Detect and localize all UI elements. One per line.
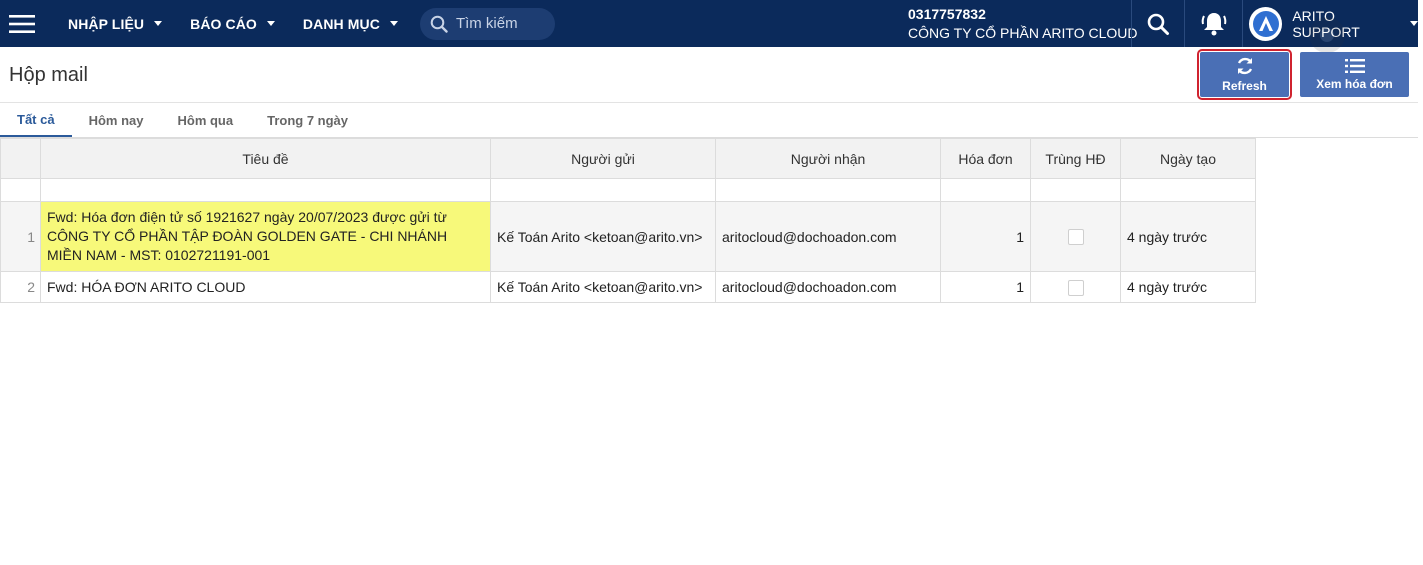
tab-all[interactable]: Tất cả [0,103,72,137]
cell-created: 4 ngày trước [1120,271,1256,303]
company-name: CÔNG TY CỔ PHẦN ARITO CLOUD [908,25,1138,41]
column-header-receiver[interactable]: Người nhận [715,138,941,179]
refresh-button[interactable]: Refresh [1197,49,1292,100]
tab-yesterday[interactable]: Hôm qua [160,103,250,137]
company-info[interactable]: 0317757832 CÔNG TY CỔ PHẦN ARITO CLOUD [908,5,1138,43]
caret-down-icon [389,21,398,26]
refresh-icon [1235,56,1255,76]
column-header-duplicate[interactable]: Trùng HĐ [1030,138,1121,179]
filter-invoice-input[interactable] [940,178,1031,202]
filter-created-input[interactable] [1120,178,1256,202]
filter-row [0,178,1256,202]
filter-tabs: Tất cả Hôm nay Hôm qua Trong 7 ngày [0,102,1418,138]
search-input[interactable]: Tìm kiếm [419,7,555,40]
menu-danh-muc[interactable]: DANH MỤC [289,0,412,47]
cell-title[interactable]: Fwd: HÓA ĐƠN ARITO CLOUD [40,271,491,303]
menu-label: DANH MỤC [302,15,380,32]
company-tax-code: 0317757832 [908,6,986,22]
notification-button[interactable] [1184,0,1242,47]
column-header-created[interactable]: Ngày tạo [1120,138,1256,179]
refresh-label: Refresh [1222,79,1267,93]
cell-created: 4 ngày trước [1120,201,1256,272]
tab-today[interactable]: Hôm nay [72,103,161,137]
search-icon [430,15,448,33]
global-search-button[interactable] [1131,0,1184,47]
search-placeholder: Tìm kiếm [455,15,518,32]
duplicate-checkbox[interactable] [1067,279,1084,296]
cell-duplicate [1030,271,1121,303]
cell-title[interactable]: Fwd: Hóa đơn điện tử số 1921627 ngày 20/… [40,201,491,272]
filter-cell [0,178,41,202]
caret-down-icon [1410,21,1418,26]
list-icon [1344,58,1365,74]
filter-duplicate-input[interactable] [1030,178,1121,202]
cell-receiver: aritocloud@dochoadon.com [715,201,941,272]
cell-receiver: aritocloud@dochoadon.com [715,271,941,303]
cell-sender: Kế Toán Arito <ketoan@arito.vn> [490,271,716,303]
page-title: Hộp mail [9,64,88,86]
hamburger-menu-icon[interactable] [0,0,44,47]
top-right-actions: ARITO SUPPORT [1131,0,1418,47]
view-invoice-label: Xem hóa đơn [1316,77,1393,91]
search-icon [1147,13,1169,35]
cell-invoice: 1 [940,201,1031,272]
filter-receiver-input[interactable] [715,178,941,202]
tab-last-7-days[interactable]: Trong 7 ngày [250,103,365,137]
arito-logo-icon [1252,10,1279,37]
table-row[interactable]: 1 Fwd: Hóa đơn điện tử số 1921627 ngày 2… [0,201,1256,272]
duplicate-checkbox[interactable] [1067,229,1084,246]
cell-duplicate [1030,201,1121,272]
menu-label: NHẬP LIỆU [68,15,145,32]
avatar [1249,6,1283,41]
column-header-title[interactable]: Tiêu đề [40,138,491,179]
column-header-invoice[interactable]: Hóa đơn [940,138,1031,179]
row-number: 2 [0,271,41,303]
menu-nhap-lieu[interactable]: NHẬP LIỆU [54,0,176,47]
menu-bao-cao[interactable]: BÁO CÁO [176,0,289,47]
column-header-rownum [0,138,41,179]
row-number: 1 [0,201,41,272]
caret-down-icon [154,21,163,26]
bell-icon [1201,12,1226,35]
top-navigation-bar: NHẬP LIỆU BÁO CÁO DANH MỤC Tìm kiếm 0317… [0,0,1418,47]
cell-sender: Kế Toán Arito <ketoan@arito.vn> [490,201,716,272]
caret-down-icon [266,21,275,26]
view-invoice-button[interactable]: Xem hóa đơn [1300,52,1409,97]
cell-invoice: 1 [940,271,1031,303]
table-header-row: Tiêu đề Người gửi Người nhận Hóa đơn Trù… [0,138,1256,179]
table-row[interactable]: 2 Fwd: HÓA ĐƠN ARITO CLOUD Kế Toán Arito… [0,271,1256,303]
filter-title-input[interactable] [40,178,491,202]
column-header-sender[interactable]: Người gửi [490,138,716,179]
mail-table: Tiêu đề Người gửi Người nhận Hóa đơn Trù… [0,138,1256,303]
menu-label: BÁO CÁO [190,15,257,32]
filter-sender-input[interactable] [490,178,716,202]
